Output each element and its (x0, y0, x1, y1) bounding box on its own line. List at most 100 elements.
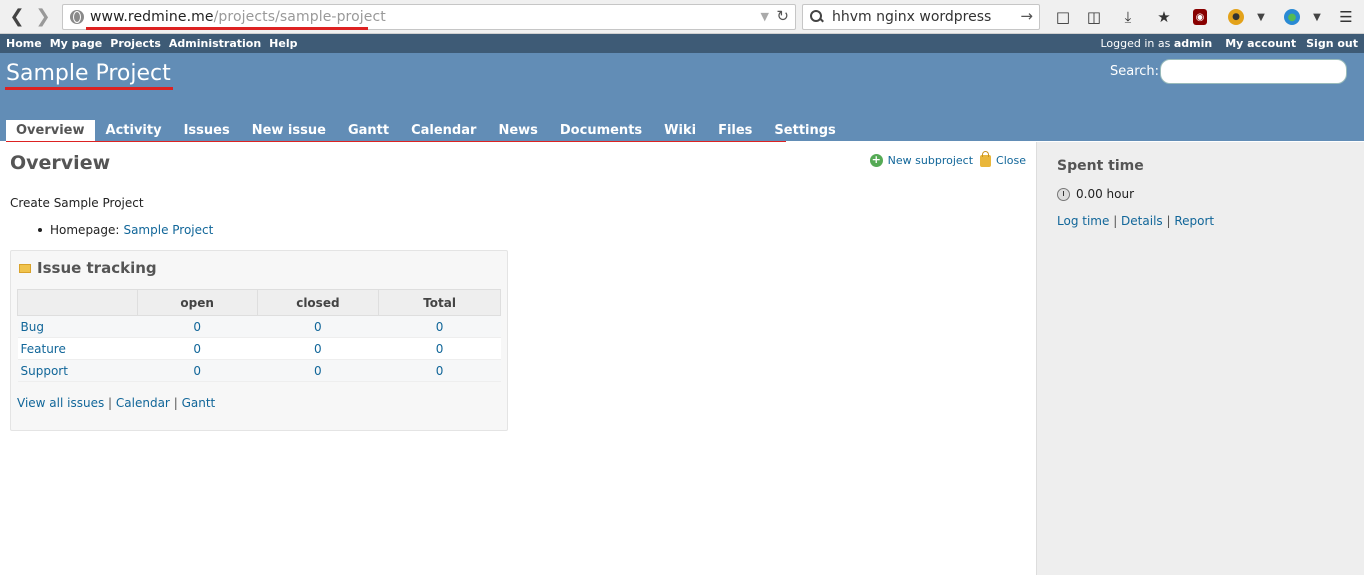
separator: | (108, 396, 116, 410)
globe-icon (70, 10, 84, 24)
open-count[interactable]: 0 (137, 337, 257, 360)
close-project-link[interactable]: Close (996, 154, 1026, 167)
open-count[interactable]: 0 (137, 315, 257, 338)
logged-in-prefix: Logged in as (1100, 37, 1171, 50)
tab-overview[interactable]: Overview (6, 120, 95, 141)
clock-icon (1057, 187, 1070, 201)
project-tabs: Overview Activity Issues New issue Gantt… (6, 120, 847, 141)
logged-in-as: Logged in as admin (1100, 37, 1212, 50)
closed-count[interactable]: 0 (257, 337, 379, 360)
forward-button[interactable]: ❯ (30, 4, 56, 30)
column-header-tracker (17, 289, 138, 316)
tracker-bug-link[interactable]: Bug (17, 315, 138, 338)
tab-files[interactable]: Files (707, 120, 763, 141)
details-link[interactable]: Details (1121, 214, 1163, 228)
ublock-icon[interactable]: ◉ (1193, 9, 1207, 25)
homepage-link[interactable]: Sample Project (123, 223, 213, 237)
project-header: Sample Project Search: Overview Activity… (0, 53, 1364, 141)
tracker-feature-link[interactable]: Feature (17, 337, 138, 360)
report-link[interactable]: Report (1174, 214, 1214, 228)
issue-tracking-title: Issue tracking (19, 259, 157, 277)
chevron-down-icon[interactable]: ▼ (1251, 7, 1271, 27)
tab-new-issue[interactable]: New issue (241, 120, 337, 141)
extension-icon[interactable]: ★ (1154, 7, 1174, 27)
search-icon (810, 10, 824, 24)
reader-view-icon[interactable]: ◫ (1084, 7, 1104, 27)
ticket-icon (19, 263, 31, 273)
browser-search-bar[interactable]: hhvm nginx wordpress → (802, 4, 1040, 30)
tab-news[interactable]: News (487, 120, 548, 141)
table-header-row: open closed Total (17, 289, 501, 316)
bookmark-icon[interactable]: □ (1053, 7, 1073, 27)
tab-calendar[interactable]: Calendar (400, 120, 487, 141)
arrow-right-icon[interactable]: → (1020, 7, 1033, 25)
column-header-open: open (136, 289, 258, 316)
reload-icon[interactable]: ↻ (776, 7, 789, 25)
table-row: Bug 0 0 0 (17, 315, 501, 338)
topmenu-my-page[interactable]: My page (50, 37, 103, 50)
spent-time-value: 0.00 hour (1057, 187, 1134, 201)
tab-issues[interactable]: Issues (173, 120, 241, 141)
url-path: /projects/sample-project (213, 9, 386, 25)
topmenu-projects[interactable]: Projects (110, 37, 161, 50)
url-host: www.redmine.me (90, 9, 214, 25)
total-count[interactable]: 0 (378, 359, 501, 382)
lock-icon (980, 150, 992, 167)
sidebar: Spent time 0.00 hour Log time | Details … (1036, 142, 1364, 575)
tracker-support-link[interactable]: Support (17, 359, 138, 382)
project-description: Create Sample Project (10, 196, 144, 210)
calendar-link[interactable]: Calendar (116, 396, 170, 410)
browser-toolbar: ❮ ❯ www.redmine.me/projects/sample-proje… (0, 0, 1364, 34)
view-all-issues-link[interactable]: View all issues (17, 396, 104, 410)
tab-settings[interactable]: Settings (763, 120, 846, 141)
dropdown-arrow-icon[interactable]: ▼ (761, 10, 769, 23)
hamburger-menu-icon[interactable]: ☰ (1336, 7, 1356, 27)
closed-count[interactable]: 0 (257, 315, 379, 338)
greasemonkey-icon[interactable]: ● (1228, 9, 1244, 25)
separator: | (1113, 214, 1122, 228)
tab-activity[interactable]: Activity (95, 120, 173, 141)
back-button[interactable]: ❮ (4, 4, 30, 30)
issue-tracking-table: open closed Total Bug 0 0 0 Feature 0 0 … (17, 289, 501, 382)
topmenu-home[interactable]: Home (6, 37, 42, 50)
chevron-down-icon[interactable]: ▼ (1307, 7, 1327, 27)
issue-links: View all issues | Calendar | Gantt (17, 396, 215, 410)
open-count[interactable]: 0 (137, 359, 257, 382)
new-subproject-link[interactable]: New subproject (888, 154, 973, 167)
tab-wiki[interactable]: Wiki (653, 120, 707, 141)
main-area: Overview + New subproject Close Create S… (0, 142, 1364, 575)
annotation-underline (86, 27, 368, 30)
username[interactable]: admin (1174, 37, 1212, 50)
chevron-left-icon: ❮ (9, 6, 25, 27)
table-row: Feature 0 0 0 (17, 337, 501, 360)
issue-tracking-title-text: Issue tracking (37, 259, 157, 277)
gantt-link[interactable]: Gantt (182, 396, 216, 410)
column-header-total: Total (378, 289, 501, 316)
content: Overview + New subproject Close Create S… (0, 142, 1036, 575)
log-time-link[interactable]: Log time (1057, 214, 1109, 228)
account-menu: Logged in as admin My account Sign out (1100, 37, 1358, 50)
address-bar[interactable]: www.redmine.me/projects/sample-project ▼… (62, 4, 796, 30)
homepage-label: Homepage: (50, 223, 120, 237)
closed-count[interactable]: 0 (257, 359, 379, 382)
spent-time-links: Log time | Details | Report (1057, 214, 1214, 228)
page-title: Overview (10, 152, 111, 174)
topmenu-administration[interactable]: Administration (169, 37, 261, 50)
project-title: Sample Project (6, 61, 171, 86)
total-count[interactable]: 0 (378, 337, 501, 360)
topmenu-help[interactable]: Help (269, 37, 297, 50)
add-icon: + (869, 153, 883, 167)
sign-out-link[interactable]: Sign out (1306, 37, 1358, 50)
annotation-underline (5, 87, 173, 90)
project-search-input[interactable] (1160, 59, 1347, 84)
language-globe-icon[interactable]: ● (1284, 9, 1300, 25)
homepage-item: Homepage: Sample Project (38, 223, 213, 237)
bullet-icon (38, 228, 42, 232)
my-account-link[interactable]: My account (1225, 37, 1296, 50)
download-icon[interactable]: ⤓ (1118, 7, 1138, 27)
total-count[interactable]: 0 (378, 315, 501, 338)
tab-documents[interactable]: Documents (549, 120, 653, 141)
tab-gantt[interactable]: Gantt (337, 120, 400, 141)
chevron-right-icon: ❯ (35, 6, 51, 27)
table-row: Support 0 0 0 (17, 359, 501, 382)
